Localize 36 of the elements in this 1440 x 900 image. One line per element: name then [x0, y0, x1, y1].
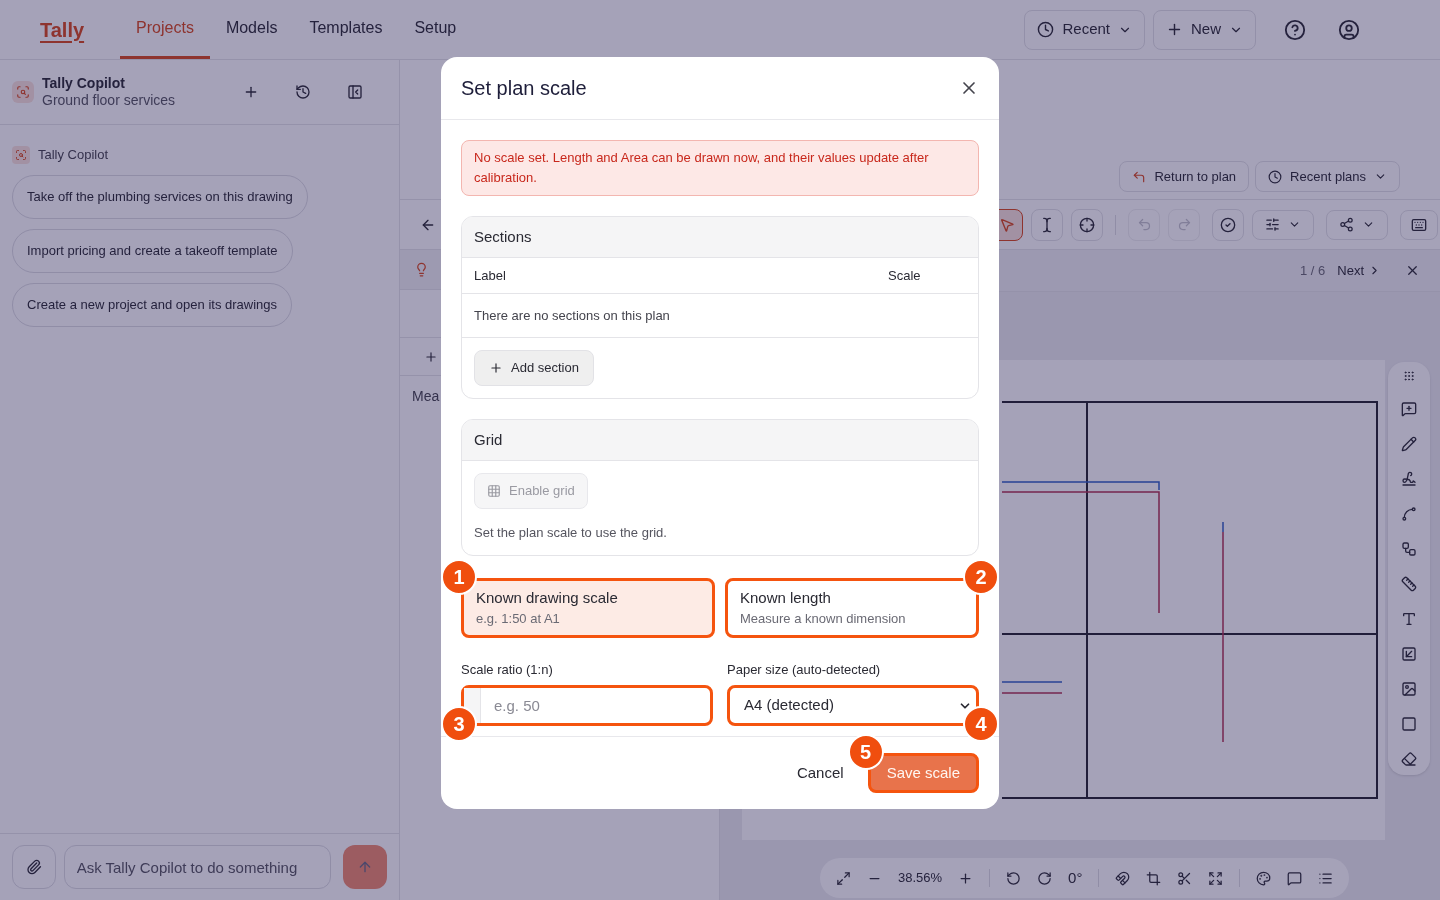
chat-input[interactable]: Ask Tally Copilot to do something [63, 845, 332, 889]
empty-message: There are no sections on this plan [474, 306, 670, 325]
callout-marker: 2 [963, 558, 999, 595]
field-label: Scale ratio (1:n) [461, 660, 554, 679]
option-title: Known drawing scale [476, 587, 618, 608]
option-subtitle: Measure a known dimension [740, 610, 906, 628]
dialog-title: Set plan scale [461, 76, 587, 101]
recent-plans-button[interactable]: Recent plans [1255, 161, 1400, 192]
field-label: Paper size (auto-detected) [727, 660, 882, 679]
new-menu-button[interactable]: New [1153, 9, 1256, 50]
callout-marker: 5 [847, 734, 884, 770]
next-link[interactable]: Next [1337, 260, 1381, 281]
column-header: Scale [888, 266, 922, 285]
cancel-button[interactable]: Cancel [796, 761, 844, 785]
card-heading: Sections [474, 226, 532, 247]
zoom-level: 38.56% [898, 869, 943, 888]
column-header: Label [474, 266, 507, 285]
recent-menu-button[interactable]: Recent [1024, 9, 1145, 50]
return-to-plan-button[interactable]: Return to plan [1119, 161, 1250, 192]
panel-subtitle: Ground floor services [42, 92, 176, 110]
nav-tab[interactable]: Templates [293, 0, 399, 59]
callout-marker: 3 [441, 706, 477, 742]
page-counter: 1 / 6 [1299, 261, 1326, 280]
option-subtitle: e.g. 1:50 at A1 [476, 610, 560, 628]
add-section-button[interactable]: Add section [474, 350, 594, 386]
nav-tab[interactable]: Models [209, 0, 294, 59]
option-title: Known length [740, 587, 831, 608]
callout-marker: 4 [963, 706, 999, 742]
sender-name: Tally Copilot [38, 146, 109, 164]
callout-marker: 1 [441, 558, 477, 595]
panel-title: Tally Copilot [42, 74, 126, 92]
grid-hint: Set the plan scale to use the grid. [474, 524, 667, 542]
rotation-angle: 0° [1068, 867, 1083, 888]
warning-message: No scale set. Length and Area can be drawn now, and their values update after calibration. [461, 140, 979, 196]
card-heading: Grid [474, 429, 503, 450]
measurement-label: Mea [412, 388, 440, 404]
